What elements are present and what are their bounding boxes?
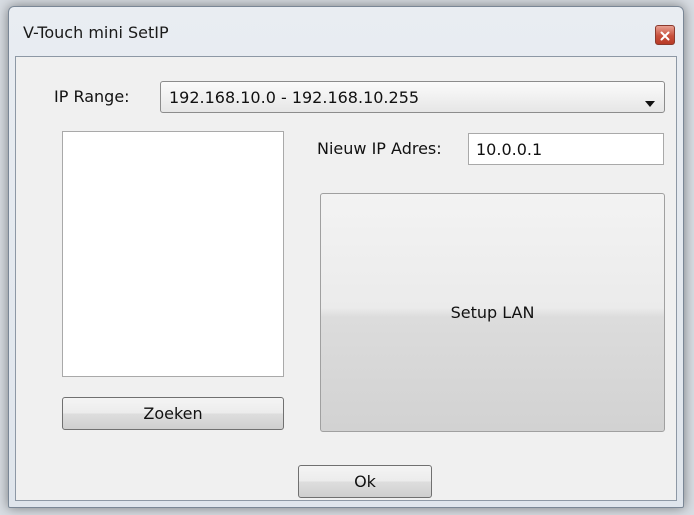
close-button[interactable] <box>655 25 675 45</box>
ip-range-label: IP Range: <box>54 87 130 106</box>
ok-button[interactable]: Ok <box>298 465 432 498</box>
device-list[interactable] <box>62 131 284 377</box>
close-icon <box>660 26 670 45</box>
ip-range-select[interactable]: 192.168.10.0 - 192.168.10.255 <box>160 81 665 113</box>
setup-lan-label: Setup LAN <box>450 303 535 322</box>
new-ip-value: 10.0.0.1 <box>476 140 543 159</box>
setup-lan-button[interactable]: Setup LAN <box>320 193 665 432</box>
setip-dialog-window: V-Touch mini SetIP IP Range: 192.168.10.… <box>8 6 684 508</box>
new-ip-label: Nieuw IP Adres: <box>317 139 442 158</box>
ok-label: Ok <box>354 472 376 491</box>
window-title: V-Touch mini SetIP <box>23 23 169 42</box>
ip-range-selected-value: 192.168.10.0 - 192.168.10.255 <box>169 88 420 107</box>
chevron-down-icon[interactable] <box>644 93 656 107</box>
title-bar[interactable]: V-Touch mini SetIP <box>9 7 683 55</box>
zoeken-button[interactable]: Zoeken <box>62 397 284 430</box>
new-ip-field[interactable]: 10.0.0.1 <box>468 133 664 165</box>
dialog-client-area: IP Range: 192.168.10.0 - 192.168.10.255 … <box>15 56 677 501</box>
zoeken-label: Zoeken <box>143 404 203 423</box>
